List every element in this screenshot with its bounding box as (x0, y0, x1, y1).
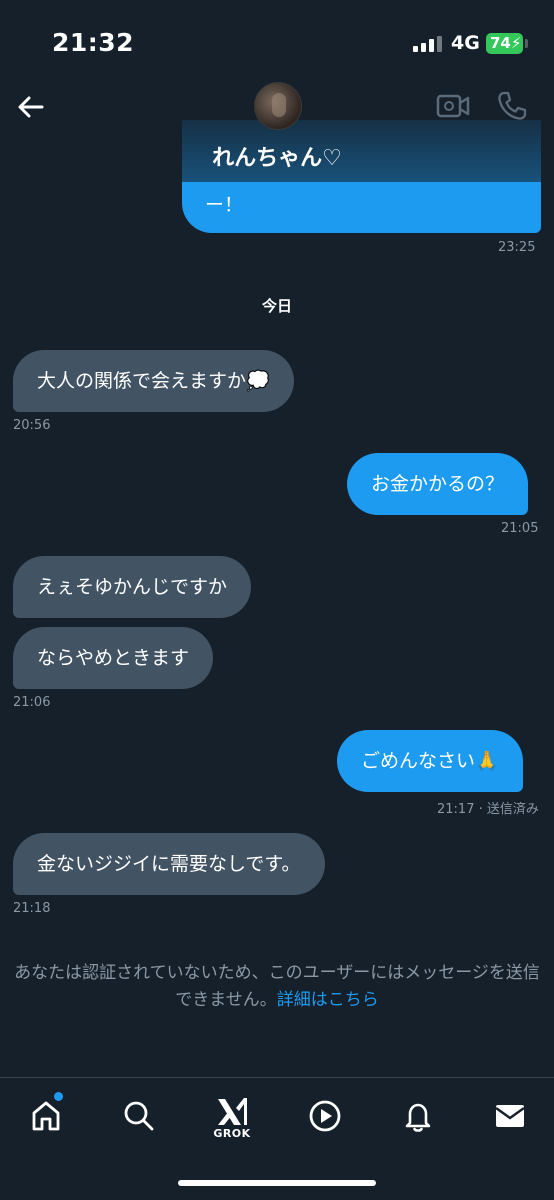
battery-tip (525, 39, 528, 48)
status-bar: 21:32 4G 74⚡ (0, 0, 554, 88)
day-divider: 今日 (261, 297, 292, 315)
bell-icon (405, 1103, 431, 1132)
play-circle-icon (309, 1100, 341, 1132)
message-bubble-incoming[interactable]: 大人の関係で会えますか💭 (13, 350, 294, 412)
message-bubble-outgoing[interactable]: ごめんなさい🙏 (337, 730, 523, 792)
tab-grok[interactable] (212, 1092, 252, 1132)
message-text: ならやめときます (37, 647, 190, 669)
previous-message-time: 23:25 (498, 240, 536, 255)
message-time: 21:06 (13, 695, 51, 710)
back-button[interactable] (16, 92, 46, 122)
contact-avatar[interactable] (254, 82, 302, 130)
message-bubble-outgoing[interactable]: お金かかるの？ (347, 453, 529, 515)
voice-call-button[interactable] (496, 90, 528, 122)
grok-label: GROK (213, 1127, 251, 1140)
tab-notifications[interactable] (398, 1096, 438, 1136)
home-notification-dot (54, 1092, 63, 1101)
message-bubble-incoming[interactable]: えぇそゆかんじですか (13, 556, 252, 618)
back-arrow-icon (18, 96, 44, 118)
verification-notice: あなたは認証されていないため、このユーザーにはメッセージを送信できません。詳細は… (12, 960, 542, 1014)
learn-more-link[interactable]: 詳細はこちら (277, 990, 379, 1010)
tab-messages[interactable] (490, 1096, 530, 1136)
previous-message-text: ー！ (205, 194, 244, 216)
home-icon (32, 1101, 60, 1131)
message-text: ごめんなさい🙏 (361, 750, 499, 772)
message-time: 21:05 (501, 521, 539, 536)
home-indicator (178, 1180, 376, 1186)
message-bubble-incoming[interactable]: ならやめときます (13, 627, 214, 689)
phone-icon (498, 91, 527, 120)
tab-video[interactable] (305, 1096, 345, 1136)
message-time: 21:18 (13, 901, 51, 916)
message-text: 金ないジジイに需要なしです。 (37, 853, 301, 875)
contact-name[interactable]: れんちゃん♡ (0, 140, 554, 172)
tab-search[interactable] (119, 1096, 159, 1136)
network-type: 4G (451, 32, 480, 54)
search-icon (124, 1101, 154, 1131)
battery-level: 74 (490, 34, 511, 52)
video-call-button[interactable] (436, 92, 470, 120)
message-time-sent-status: 21:17 · 送信済み (437, 802, 539, 817)
message-text: えぇそゆかんじですか (37, 576, 228, 598)
tab-home[interactable] (26, 1096, 66, 1136)
video-camera-icon (436, 94, 470, 118)
envelope-icon (495, 1105, 525, 1127)
message-text: お金かかるの？ (371, 473, 505, 495)
cellular-signal-icon (413, 36, 443, 52)
grok-icon (218, 1098, 247, 1125)
message-time: 20:56 (13, 418, 51, 433)
message-bubble-incoming[interactable]: 金ないジジイに需要なしです。 (13, 833, 325, 895)
battery-icon: 74⚡ (486, 33, 523, 54)
status-time: 21:32 (52, 28, 135, 57)
message-text: 大人の関係で会えますか💭 (37, 370, 270, 392)
